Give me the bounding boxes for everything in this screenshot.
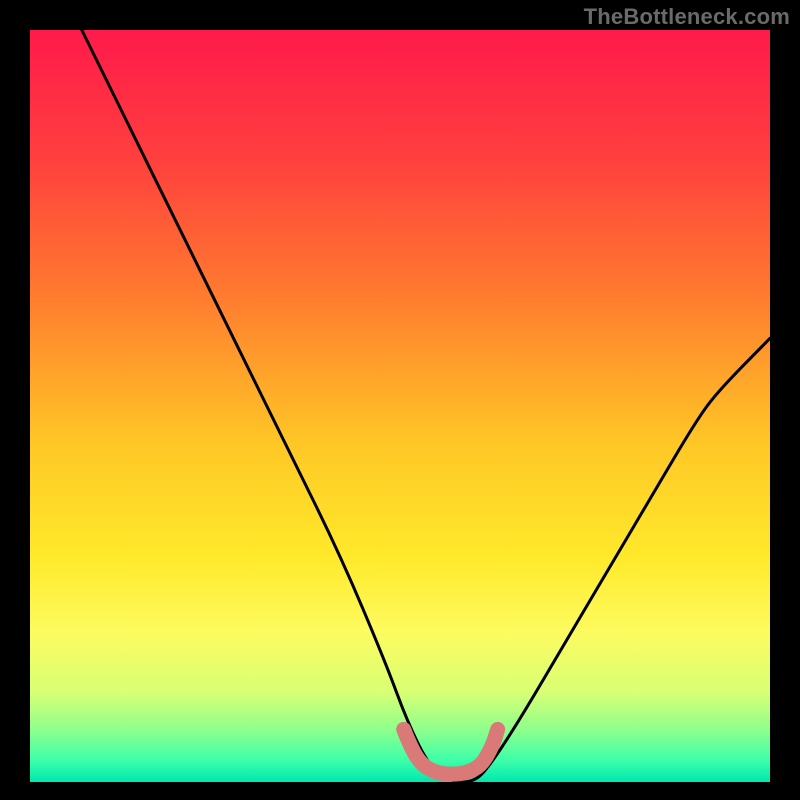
plot-area [30,30,770,782]
watermark-text: TheBottleneck.com [584,4,790,30]
chart-stage: TheBottleneck.com [0,0,800,800]
bottleneck-chart [0,0,800,800]
